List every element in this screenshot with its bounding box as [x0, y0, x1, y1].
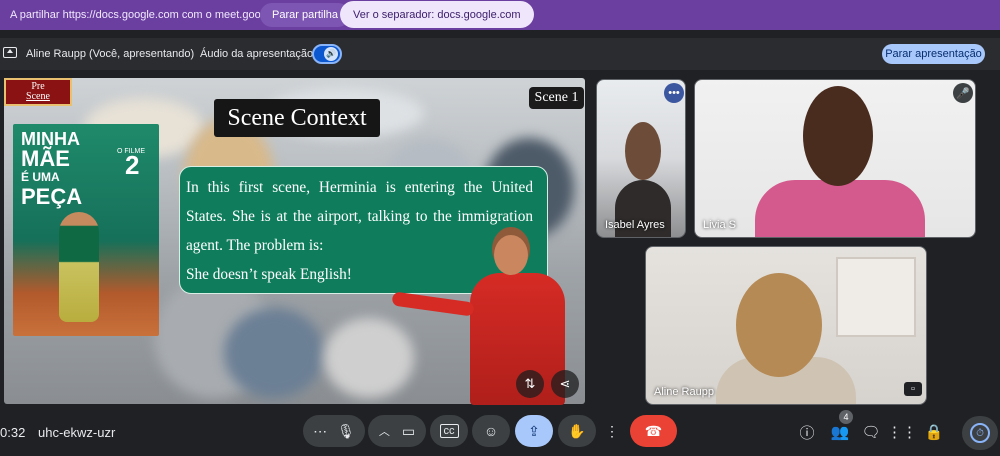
reactions-button[interactable]: ☺: [472, 415, 510, 447]
meeting-time: 0:32: [0, 425, 26, 440]
timer-icon: ⏱: [970, 423, 990, 443]
leave-call-button[interactable]: ☎: [630, 415, 677, 447]
more-options-button[interactable]: ⋮: [601, 415, 623, 447]
hand-icon: ✋: [568, 422, 586, 439]
character-head: [494, 235, 528, 275]
chat-icon[interactable]: 🗨: [860, 421, 882, 443]
movie-poster: MINHA MÃE É UMA PEÇA O FILME 2: [13, 124, 159, 336]
scene-number-tag: Scene 1: [529, 87, 584, 109]
chevron-up-icon[interactable]: ︿: [379, 423, 390, 439]
participant-tile-livia[interactable]: 🎤 Livia S: [694, 79, 976, 238]
wall-picture: [836, 257, 916, 337]
mic-button-group[interactable]: ⋯ 🎙: [303, 415, 365, 447]
participant-tile-aline[interactable]: ▫ Aline Raupp: [645, 246, 927, 405]
raise-hand-button[interactable]: ✋: [558, 415, 596, 447]
poster-number: 2: [125, 150, 140, 180]
present-screen-icon: ⇪: [528, 422, 540, 439]
poster-title-line: PEÇA: [21, 184, 83, 209]
participant-video: [755, 180, 925, 237]
view-tab-button[interactable]: Ver o separador: docs.google.com: [340, 1, 534, 28]
people-icon[interactable]: 👥: [829, 421, 851, 443]
end-call-icon: ☎: [644, 422, 663, 439]
more-vert-icon: ⋮: [605, 422, 619, 439]
present-screen-icon: [3, 47, 17, 58]
present-now-button[interactable]: ⇪: [515, 415, 553, 447]
more-audio-options-icon[interactable]: ⋯: [313, 423, 327, 440]
prescene-line2: Scene: [26, 91, 50, 102]
mic-off-icon: 🎤: [953, 83, 973, 103]
apps-grid-icon[interactable]: ⋮⋮: [887, 421, 917, 443]
host-controls-icon[interactable]: 🔒: [923, 421, 945, 443]
participant-name: Livia S: [703, 219, 737, 231]
poster-figure: [59, 212, 99, 322]
prescene-logo: Pre Scene: [4, 78, 72, 106]
poster-title: MINHA MÃE É UMA PEÇA: [21, 130, 83, 209]
move-tile-icon[interactable]: ⇅: [516, 370, 544, 398]
picture-in-picture-icon[interactable]: ▫: [904, 382, 922, 396]
captions-icon: cc: [439, 424, 459, 438]
stop-presenting-button[interactable]: Parar apresentação: [882, 44, 985, 64]
activities-button[interactable]: ⏱: [962, 416, 998, 450]
participant-name: Isabel Ayres: [605, 219, 665, 231]
slide-title: Scene Context: [214, 99, 380, 137]
poster-title-line: MÃE: [21, 146, 70, 171]
participant-name: Aline Raupp: [654, 386, 714, 398]
captions-button[interactable]: cc: [430, 415, 468, 447]
emoji-icon: ☺: [483, 423, 499, 439]
stop-sharing-button[interactable]: Parar partilha: [260, 3, 351, 27]
share-icon[interactable]: ⋖: [551, 370, 579, 398]
meeting-code: uhc-ekwz-uzr: [38, 425, 116, 440]
presenter-name: Aline Raupp (Você, apresentando): [26, 48, 195, 60]
camera-icon[interactable]: ▭: [402, 423, 415, 440]
participant-video: [625, 122, 661, 180]
participant-tile-isabel[interactable]: ••• Isabel Ayres: [596, 79, 686, 238]
info-icon[interactable]: ⓘ: [796, 421, 818, 443]
more-options-icon[interactable]: •••: [664, 83, 684, 103]
microphone-icon[interactable]: 🎙: [337, 423, 355, 440]
presentation-audio-label: Áudio da apresentação: [200, 48, 314, 60]
camera-button-group[interactable]: ︿ ▭: [368, 415, 426, 447]
presentation-audio-toggle[interactable]: 🔊: [312, 44, 342, 64]
participant-video: [736, 273, 822, 377]
volume-icon: 🔊: [324, 47, 338, 61]
participant-video: [803, 86, 873, 186]
people-count-badge: 4: [839, 410, 853, 424]
